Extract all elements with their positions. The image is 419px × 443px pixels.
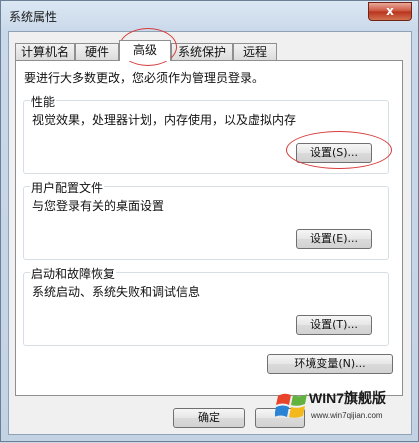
- tab-advanced[interactable]: 高级: [119, 40, 171, 61]
- user-profiles-title: 用户配置文件: [30, 179, 105, 196]
- tab-computer-name[interactable]: 计算机名: [15, 43, 75, 60]
- dialog-content: 计算机名 硬件 高级 系统保护 远程 要进行大多数更改，您必须作为管理员登录。 …: [8, 31, 412, 435]
- ok-button[interactable]: 确定: [173, 408, 245, 428]
- tab-remote[interactable]: 远程: [233, 43, 277, 60]
- user-profiles-group: 用户配置文件 与您登录有关的桌面设置 设置(E)...: [23, 179, 389, 260]
- startup-recovery-group: 启动和故障恢复 系统启动、系统失败和调试信息 设置(T)...: [23, 265, 389, 346]
- windows-logo-icon: [275, 393, 307, 418]
- tab-hardware[interactable]: 硬件: [75, 43, 119, 60]
- title-bar[interactable]: 系统属性 x: [1, 1, 418, 31]
- performance-group: 性能 视觉效果，处理器计划，内存使用，以及虚拟内存 设置(S)...: [23, 93, 389, 174]
- performance-desc: 视觉效果，处理器计划，内存使用，以及虚拟内存: [32, 113, 297, 127]
- window-title: 系统属性: [9, 10, 58, 24]
- system-properties-window: 系统属性 x 计算机名 硬件 高级 系统保护 远程 要进行大多数更改，您必须作为…: [0, 0, 419, 442]
- close-icon: x: [386, 4, 394, 18]
- startup-recovery-desc: 系统启动、系统失败和调试信息: [32, 285, 201, 299]
- user-profiles-desc: 与您登录有关的桌面设置: [32, 199, 165, 213]
- startup-recovery-settings-button[interactable]: 设置(T)...: [296, 315, 372, 335]
- performance-settings-button[interactable]: 设置(S)...: [296, 143, 372, 163]
- environment-variables-button[interactable]: 环境变量(N)...: [267, 354, 393, 374]
- startup-recovery-title: 启动和故障恢复: [30, 265, 117, 282]
- watermark: WIN7旗舰版 www.win7qijian.com: [273, 384, 419, 443]
- close-button[interactable]: x: [368, 2, 412, 21]
- performance-title: 性能: [30, 93, 57, 110]
- admin-notice: 要进行大多数更改，您必须作为管理员登录。: [24, 71, 265, 85]
- user-profiles-settings-button[interactable]: 设置(E)...: [296, 229, 372, 249]
- watermark-url: www.win7qijian.com: [311, 411, 383, 420]
- tab-system-protection[interactable]: 系统保护: [171, 43, 233, 60]
- watermark-text: WIN7旗舰版: [309, 390, 386, 406]
